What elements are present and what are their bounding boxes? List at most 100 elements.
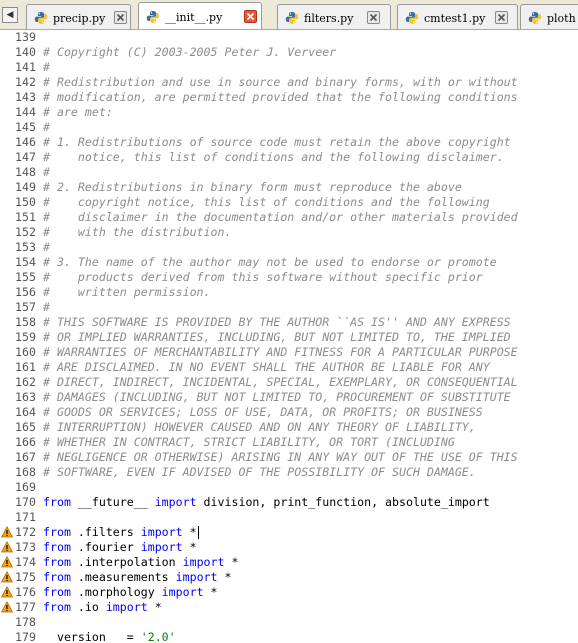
code-line[interactable]: 166 # WHETHER IN CONTRACT, STRICT LIABILI… [0, 435, 578, 450]
code-line[interactable]: 172 from .filters import * [0, 525, 578, 540]
code-line[interactable]: 154 # 3. The name of the author may not b… [0, 255, 578, 270]
code-line[interactable]: 147 # notice, this list of conditions and… [0, 150, 578, 165]
code-line[interactable]: 139 [0, 30, 578, 45]
code-text: from .interpolation import * [43, 555, 238, 570]
code-line[interactable]: 175 from .measurements import * [0, 570, 578, 585]
keyword-import: import [175, 570, 218, 584]
code-line[interactable]: 173 from .fourier import * [0, 540, 578, 555]
code-line[interactable]: 158 # THIS SOFTWARE IS PROVIDED BY THE AU… [0, 315, 578, 330]
keyword-from: from [43, 525, 71, 539]
code-line[interactable]: 176 from .morphology import * [0, 585, 578, 600]
close-icon[interactable] [114, 11, 127, 24]
line-number: 141 [15, 60, 36, 74]
code-text: # NEGLIGENCE OR OTHERWISE) ARISING IN AN… [43, 450, 518, 465]
line-number: 168 [15, 465, 36, 479]
code-text: # GOODS OR SERVICES; LOSS OF USE, DATA, … [43, 405, 483, 420]
code-text: # WARRANTIES OF MERCHANTABILITY AND FITN… [43, 345, 518, 360]
code-line[interactable]: 177 from .io import * [0, 600, 578, 615]
code-line[interactable]: 151 # disclaimer in the documentation and… [0, 210, 578, 225]
line-number: 177 [15, 600, 36, 614]
code-text: # Redistribution and use in source and b… [43, 75, 518, 90]
comment-text: # SOFTWARE, EVEN IF ADVISED OF THE POSSI… [43, 465, 476, 479]
comment-text: # GOODS OR SERVICES; LOSS OF USE, DATA, … [43, 405, 483, 419]
code-line[interactable]: 164 # GOODS OR SERVICES; LOSS OF USE, DAT… [0, 405, 578, 420]
import-names: division, print_function, absolute_impor… [196, 495, 490, 509]
keyword-import: import [182, 555, 225, 569]
code-line[interactable]: 162 # DIRECT, INDIRECT, INCIDENTAL, SPECI… [0, 375, 578, 390]
code-line[interactable]: 157 # [0, 300, 578, 315]
keyword-from: from [43, 585, 71, 599]
code-text: # with the distribution. [43, 225, 231, 240]
close-icon[interactable] [495, 11, 508, 24]
code-line[interactable]: 141 # [0, 60, 578, 75]
code-text: # [43, 120, 50, 135]
tab-cmtest1-py[interactable]: cmtest1.py [397, 4, 518, 29]
code-line[interactable]: 163 # DAMAGES (INCLUDING, BUT NOT LIMITED… [0, 390, 578, 405]
module-name: .interpolation [70, 555, 183, 569]
comment-text: # 2. Redistributions in binary form must… [43, 180, 462, 194]
code-line[interactable]: 168 # SOFTWARE, EVEN IF ADVISED OF THE PO… [0, 465, 578, 480]
code-line[interactable]: 179 __version__ = '2.0' [0, 630, 578, 643]
line-number: 145 [15, 120, 36, 134]
tab-filters-py[interactable]: filters.py [277, 4, 391, 29]
line-number: 174 [15, 555, 36, 569]
code-line[interactable]: 161 # ARE DISCLAIMED. IN NO EVENT SHALL T… [0, 360, 578, 375]
python-file-icon [34, 10, 48, 24]
keyword-from: from [43, 600, 71, 614]
code-line[interactable]: 143 # modification, are permitted provide… [0, 90, 578, 105]
code-line[interactable]: 169 [0, 480, 578, 495]
code-text: from __future__ import division, print_f… [43, 495, 490, 510]
code-line[interactable]: 149 # 2. Redistributions in binary form m… [0, 180, 578, 195]
line-number: 171 [15, 510, 36, 524]
line-number: 172 [15, 525, 36, 539]
python-file-icon [146, 9, 160, 23]
comment-text: # 3. The name of the author may not be u… [43, 255, 497, 269]
import-names: * [147, 600, 162, 614]
line-number: 161 [15, 360, 36, 374]
comment-text: # 1. Redistributions of source code must… [43, 135, 511, 149]
code-line[interactable]: 167 # NEGLIGENCE OR OTHERWISE) ARISING IN… [0, 450, 578, 465]
tab-scroll-left-button[interactable]: ◀ [2, 7, 18, 23]
tab-label: filters.py [304, 12, 354, 25]
code-line[interactable]: 153 # [0, 240, 578, 255]
comment-text: # copyright notice, this list of conditi… [43, 195, 490, 209]
line-number: 158 [15, 315, 36, 329]
code-line[interactable]: 170 from __future__ import division, prin… [0, 495, 578, 510]
code-line[interactable]: 148 # [0, 165, 578, 180]
tab-init-py[interactable]: __init__.py [138, 2, 262, 29]
line-number: 154 [15, 255, 36, 269]
line-number: 159 [15, 330, 36, 344]
code-line[interactable]: 140 # Copyright (C) 2003-2005 Peter J. Ve… [0, 45, 578, 60]
editor-tab-bar: ◀ precip.py __init__.py filters.py cmtest1.… [0, 0, 578, 30]
comment-text: # NEGLIGENCE OR OTHERWISE) ARISING IN AN… [43, 450, 518, 464]
tab-precip-py[interactable]: precip.py [26, 4, 131, 29]
line-number: 151 [15, 210, 36, 224]
keyword-from: from [43, 555, 71, 569]
code-text: # disclaimer in the documentation and/or… [43, 210, 518, 225]
code-line[interactable]: 146 # 1. Redistributions of source code m… [0, 135, 578, 150]
code-text: # modification, are permitted provided t… [43, 90, 518, 105]
code-line[interactable]: 160 # WARRANTIES OF MERCHANTABILITY AND F… [0, 345, 578, 360]
code-line[interactable]: 171 [0, 510, 578, 525]
code-line[interactable]: 142 # Redistribution and use in source an… [0, 75, 578, 90]
code-line[interactable]: 165 # INTERRUPTION) HOWEVER CAUSED AND ON… [0, 420, 578, 435]
close-icon[interactable] [244, 10, 257, 23]
code-line[interactable]: 145 # [0, 120, 578, 135]
code-line[interactable]: 152 # with the distribution. [0, 225, 578, 240]
code-line[interactable]: 150 # copyright notice, this list of cond… [0, 195, 578, 210]
comment-text: # WHETHER IN CONTRACT, STRICT LIABILITY,… [43, 435, 455, 449]
code-text: # [43, 165, 50, 180]
code-line[interactable]: 174 from .interpolation import * [0, 555, 578, 570]
code-text: # INTERRUPTION) HOWEVER CAUSED AND ON AN… [43, 420, 476, 435]
code-line[interactable]: 155 # products derived from this software… [0, 270, 578, 285]
code-line[interactable]: 159 # OR IMPLIED WARRANTIES, INCLUDING, B… [0, 330, 578, 345]
code-text: from .fourier import * [43, 540, 197, 555]
code-line[interactable]: 178 [0, 615, 578, 630]
code-line[interactable]: 156 # written permission. [0, 285, 578, 300]
close-icon[interactable] [367, 11, 380, 24]
code-line[interactable]: 144 # are met: [0, 105, 578, 120]
code-editor[interactable]: 139 140 # Copyright (C) 2003-2005 Peter J.… [0, 30, 578, 643]
tab-ploth[interactable]: ploth [520, 4, 578, 29]
code-text: # are met: [43, 105, 113, 120]
code-text: # Copyright (C) 2003-2005 Peter J. Verve… [43, 45, 336, 60]
